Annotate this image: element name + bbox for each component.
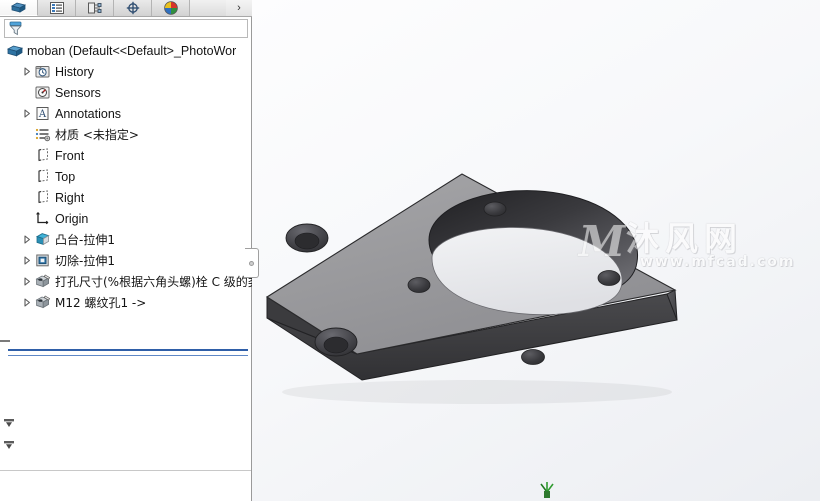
tree-root-label: moban (Default<<Default>_PhotoWor [27,43,237,58]
tree-item-label: Right [55,190,85,205]
tree-item[interactable]: Right [0,187,252,208]
feature-manager-panel: › moban (Default<<Default>_PhotoWor Hist… [0,0,252,501]
chevron-right-icon[interactable] [20,271,34,292]
tree-item-label: Top [55,169,76,184]
hole-wizard-icon [34,273,51,290]
tree-filter-row[interactable] [4,19,248,38]
svg-text:A: A [37,109,46,120]
tab-feature-manager[interactable] [0,0,38,16]
tree-filter-input[interactable] [27,20,236,37]
solidworks-window: M 沐风网 www.mfcad.com › moban (Default<<De… [0,0,820,501]
origin-icon [34,210,51,227]
small-hole-right [597,270,621,286]
boss-extrude-icon [34,231,51,248]
solid-part-icon [11,2,26,13]
small-hole-top [483,201,507,217]
central-bore [428,190,639,316]
cut-extrude-icon [34,252,51,269]
flyout-arrow-icon-bottom[interactable] [3,440,15,450]
manager-tabstrip: › [0,0,252,17]
tree-item[interactable]: Top [0,166,252,187]
color-wheel-icon [163,1,178,15]
tree-item-label: History [55,64,94,79]
tree-item[interactable]: History [0,61,252,82]
model-render[interactable] [252,0,820,501]
tree-children: History Sensors A Annotations 材质 <未指定> Front T… [0,61,252,313]
tree-item-label: 凸台-拉伸1 [55,233,115,247]
feature-tree[interactable]: moban (Default<<Default>_PhotoWor Histor… [0,40,252,470]
tree-item-label: M12 螺纹孔1 -> [55,296,147,310]
tab-configuration-manager[interactable] [76,0,114,16]
tree-item-label: Front [55,148,85,163]
filter-funnel-icon [9,21,23,36]
sensors-icon [34,84,51,101]
plane-icon [34,147,51,164]
chevron-right-icon[interactable] [20,250,34,271]
tree-item-label: Annotations [55,106,122,121]
part-icon [6,42,23,59]
tabstrip-overflow-button[interactable]: › [226,0,252,16]
rollback-bar-stub [0,340,10,342]
plane-icon [34,168,51,185]
chevron-right-icon[interactable] [20,292,34,313]
chevron-right-icon[interactable] [20,61,34,82]
tree-item[interactable]: 材质 <未指定> [0,124,252,145]
graphics-viewport[interactable]: M 沐风网 www.mfcad.com [252,0,820,501]
tree-item[interactable]: M12 螺纹孔1 -> [0,292,252,313]
tree-item-label: 材质 <未指定> [55,128,139,142]
tree-item[interactable]: Sensors [0,82,252,103]
tree-item[interactable]: 凸台-拉伸1 [0,229,252,250]
counterbore-hole-lower-left [314,327,358,357]
annotations-icon: A [34,105,51,122]
tree-item[interactable]: A Annotations [0,103,252,124]
tree-item[interactable]: 切除-拉伸1 [0,250,252,271]
tree-item[interactable]: Front [0,145,252,166]
panel-bottom-area [0,470,251,501]
tree-item-label: Sensors [55,85,101,100]
rollback-bar[interactable] [8,349,248,356]
history-icon [34,63,51,80]
flyout-arrow-icon-top[interactable] [3,418,15,428]
counterbore-hole-upper-left [285,223,329,253]
tree-item-label: 切除-拉伸1 [55,254,115,268]
small-hole-left [407,277,431,293]
tree-item-label: Origin [55,211,89,226]
hole-wizard-icon [34,294,51,311]
tree-item[interactable]: Origin [0,208,252,229]
tree-item[interactable]: 打孔尺寸(%根据六角头螺)栓 C 级的类 [0,271,252,292]
origin-triad-icon [540,482,554,498]
tab-display-manager[interactable] [152,0,190,16]
chevron-right-icon[interactable] [20,103,34,124]
tab-property-manager[interactable] [38,0,76,16]
small-hole-bottom [521,349,545,365]
tree-root-node[interactable]: moban (Default<<Default>_PhotoWor [0,40,252,61]
panel-splitter-handle[interactable] [245,248,259,278]
dimxpert-crosshair-icon [126,1,139,15]
tree-item-label: 打孔尺寸(%根据六角头螺)栓 C 级的类 [55,275,252,289]
splitter-dot-icon [249,260,254,266]
property-list-icon [49,2,64,14]
configuration-icon [87,2,101,14]
tab-dimxpert-manager[interactable] [114,0,152,16]
plane-icon [34,189,51,206]
chevron-right-icon[interactable] [20,229,34,250]
material-icon [34,126,51,143]
